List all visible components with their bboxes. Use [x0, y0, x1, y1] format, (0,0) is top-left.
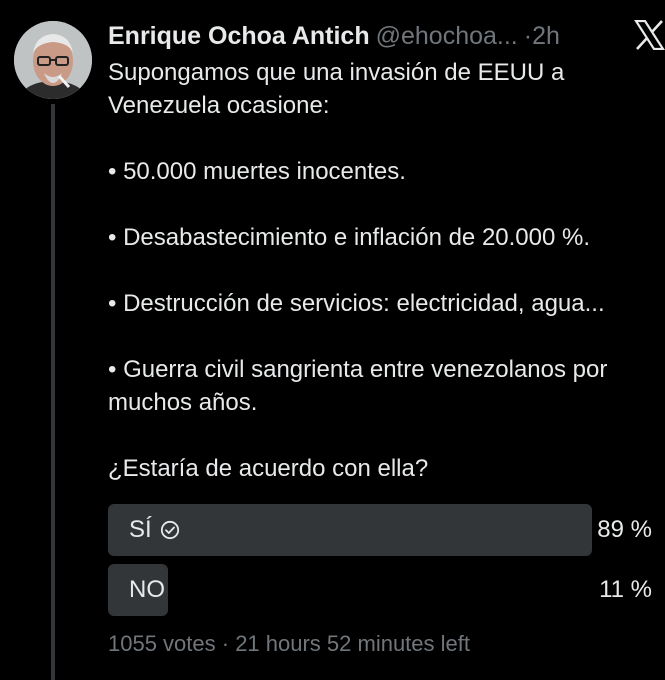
author-handle[interactable]: @ehochoa... [376, 22, 518, 50]
avatar-image [14, 21, 92, 99]
tweet-bullet: • Destrucción de servicios: electricidad… [108, 290, 605, 317]
tweet-bullet: • 50.000 muertes inocentes. [108, 158, 406, 185]
poll: SÍ 89 % NO 11 % [108, 504, 652, 624]
tweet-header: Enrique Ochoa Antich @ehochoa... ·2h [108, 18, 628, 54]
poll-option-no[interactable]: NO 11 % [108, 564, 652, 616]
tweet-bullet: • Guerra civil sangrienta entre venezola… [108, 356, 608, 416]
check-circle-icon [160, 520, 180, 540]
poll-option-label: SÍ [129, 516, 152, 543]
thread-line [51, 104, 55, 680]
poll-option-si[interactable]: SÍ 89 % [108, 504, 652, 556]
poll-option-percent: 89 % [597, 516, 652, 543]
tweet-intro: Supongamos que una invasión de EEUU a Ve… [108, 59, 565, 119]
tweet-question: ¿Estaría de acuerdo con ella? [108, 455, 429, 482]
poll-footer: 1055 votes · 21 hours 52 minutes left [108, 631, 470, 656]
poll-option-label: NO [129, 576, 165, 603]
tweet-bullet: • Desabastecimiento e inflación de 20.00… [108, 224, 591, 251]
author-name[interactable]: Enrique Ochoa Antich [108, 22, 370, 50]
timestamp[interactable]: 2h [532, 22, 560, 50]
header-separator: · [523, 22, 533, 50]
x-logo-icon [633, 19, 665, 51]
poll-result-bar [108, 504, 593, 556]
avatar[interactable] [14, 21, 92, 99]
poll-option-percent: 11 % [599, 576, 652, 603]
tweet-text: Supongamos que una invasión de EEUU a Ve… [108, 56, 660, 485]
